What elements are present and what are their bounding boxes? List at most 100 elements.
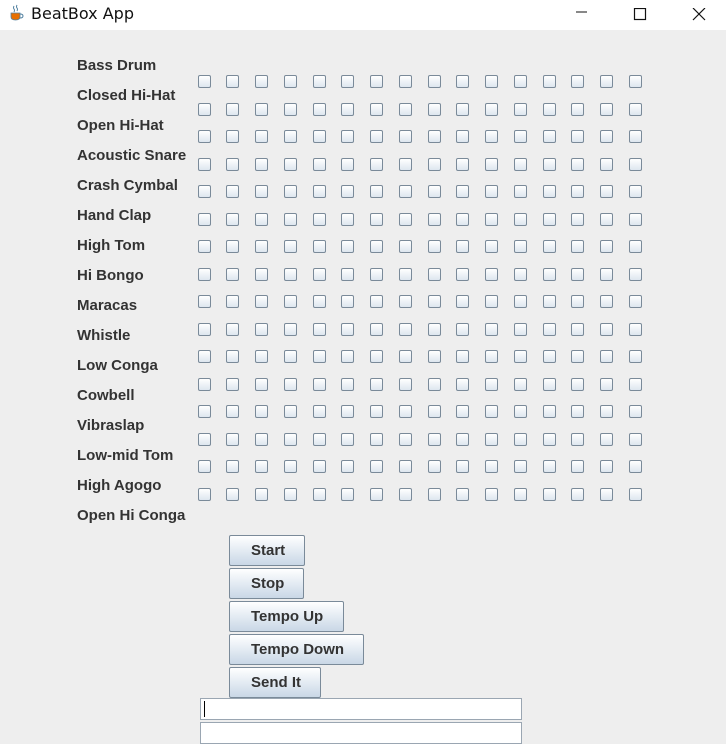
beat-checkbox[interactable] — [399, 158, 412, 171]
beat-checkbox[interactable] — [428, 350, 441, 363]
beat-checkbox[interactable] — [629, 433, 642, 446]
beat-checkbox[interactable] — [485, 185, 498, 198]
beat-checkbox[interactable] — [255, 158, 268, 171]
beat-checkbox[interactable] — [571, 130, 584, 143]
beat-checkbox[interactable] — [514, 130, 527, 143]
beat-checkbox[interactable] — [543, 295, 556, 308]
beat-checkbox[interactable] — [629, 488, 642, 501]
beat-checkbox[interactable] — [399, 130, 412, 143]
beat-checkbox[interactable] — [456, 185, 469, 198]
beat-checkbox[interactable] — [600, 323, 613, 336]
beat-checkbox[interactable] — [629, 405, 642, 418]
stop-button[interactable]: Stop — [229, 568, 304, 599]
beat-checkbox[interactable] — [514, 350, 527, 363]
beat-checkbox[interactable] — [313, 460, 326, 473]
beat-checkbox[interactable] — [255, 460, 268, 473]
send-it-button[interactable]: Send It — [229, 667, 321, 698]
beat-checkbox[interactable] — [456, 103, 469, 116]
beat-checkbox[interactable] — [629, 460, 642, 473]
beat-checkbox[interactable] — [514, 323, 527, 336]
beat-checkbox[interactable] — [399, 460, 412, 473]
beat-checkbox[interactable] — [571, 213, 584, 226]
beat-checkbox[interactable] — [255, 268, 268, 281]
beat-checkbox[interactable] — [428, 103, 441, 116]
beat-checkbox[interactable] — [284, 350, 297, 363]
beat-checkbox[interactable] — [543, 75, 556, 88]
beat-checkbox[interactable] — [428, 405, 441, 418]
beat-checkbox[interactable] — [226, 130, 239, 143]
minimize-button[interactable] — [553, 0, 611, 30]
beat-checkbox[interactable] — [629, 158, 642, 171]
beat-checkbox[interactable] — [341, 158, 354, 171]
beat-checkbox[interactable] — [485, 158, 498, 171]
beat-checkbox[interactable] — [198, 405, 211, 418]
beat-checkbox[interactable] — [255, 103, 268, 116]
beat-checkbox[interactable] — [284, 103, 297, 116]
beat-checkbox[interactable] — [629, 323, 642, 336]
beat-checkbox[interactable] — [341, 405, 354, 418]
beat-checkbox[interactable] — [198, 103, 211, 116]
beat-checkbox[interactable] — [571, 323, 584, 336]
beat-checkbox[interactable] — [600, 295, 613, 308]
beat-checkbox[interactable] — [543, 103, 556, 116]
beat-checkbox[interactable] — [428, 460, 441, 473]
beat-checkbox[interactable] — [485, 130, 498, 143]
beat-checkbox[interactable] — [485, 75, 498, 88]
beat-checkbox[interactable] — [341, 240, 354, 253]
beat-checkbox[interactable] — [255, 378, 268, 391]
beat-checkbox[interactable] — [284, 185, 297, 198]
beat-checkbox[interactable] — [456, 213, 469, 226]
beat-checkbox[interactable] — [313, 268, 326, 281]
beat-checkbox[interactable] — [428, 185, 441, 198]
beat-checkbox[interactable] — [514, 295, 527, 308]
beat-checkbox[interactable] — [629, 240, 642, 253]
beat-checkbox[interactable] — [629, 75, 642, 88]
beat-checkbox[interactable] — [543, 268, 556, 281]
beat-checkbox[interactable] — [543, 158, 556, 171]
beat-checkbox[interactable] — [629, 213, 642, 226]
beat-checkbox[interactable] — [485, 213, 498, 226]
beat-checkbox[interactable] — [341, 268, 354, 281]
beat-checkbox[interactable] — [341, 378, 354, 391]
beat-checkbox[interactable] — [198, 158, 211, 171]
beat-checkbox[interactable] — [571, 460, 584, 473]
beat-checkbox[interactable] — [313, 405, 326, 418]
beat-checkbox[interactable] — [198, 268, 211, 281]
beat-checkbox[interactable] — [571, 488, 584, 501]
beat-checkbox[interactable] — [370, 378, 383, 391]
beat-checkbox[interactable] — [428, 75, 441, 88]
beat-checkbox[interactable] — [514, 103, 527, 116]
beat-checkbox[interactable] — [514, 158, 527, 171]
beat-checkbox[interactable] — [600, 213, 613, 226]
beat-checkbox[interactable] — [284, 405, 297, 418]
beat-checkbox[interactable] — [255, 488, 268, 501]
beat-checkbox[interactable] — [226, 240, 239, 253]
beat-checkbox[interactable] — [370, 488, 383, 501]
beat-checkbox[interactable] — [313, 378, 326, 391]
beat-checkbox[interactable] — [284, 488, 297, 501]
beat-checkbox[interactable] — [600, 130, 613, 143]
beat-checkbox[interactable] — [313, 185, 326, 198]
beat-checkbox[interactable] — [600, 75, 613, 88]
beat-checkbox[interactable] — [313, 295, 326, 308]
beat-checkbox[interactable] — [341, 433, 354, 446]
beat-checkbox[interactable] — [514, 268, 527, 281]
beat-checkbox[interactable] — [428, 295, 441, 308]
beat-checkbox[interactable] — [226, 323, 239, 336]
beat-checkbox[interactable] — [341, 213, 354, 226]
beat-checkbox[interactable] — [226, 433, 239, 446]
beat-checkbox[interactable] — [456, 295, 469, 308]
beat-checkbox[interactable] — [485, 103, 498, 116]
beat-checkbox[interactable] — [284, 240, 297, 253]
close-button[interactable] — [670, 0, 726, 30]
beat-checkbox[interactable] — [198, 323, 211, 336]
beat-checkbox[interactable] — [629, 268, 642, 281]
beat-checkbox[interactable] — [226, 158, 239, 171]
beat-checkbox[interactable] — [629, 378, 642, 391]
beat-checkbox[interactable] — [571, 350, 584, 363]
beat-checkbox[interactable] — [399, 378, 412, 391]
beat-checkbox[interactable] — [313, 158, 326, 171]
beat-checkbox[interactable] — [255, 405, 268, 418]
beat-checkbox[interactable] — [514, 240, 527, 253]
beat-checkbox[interactable] — [571, 103, 584, 116]
